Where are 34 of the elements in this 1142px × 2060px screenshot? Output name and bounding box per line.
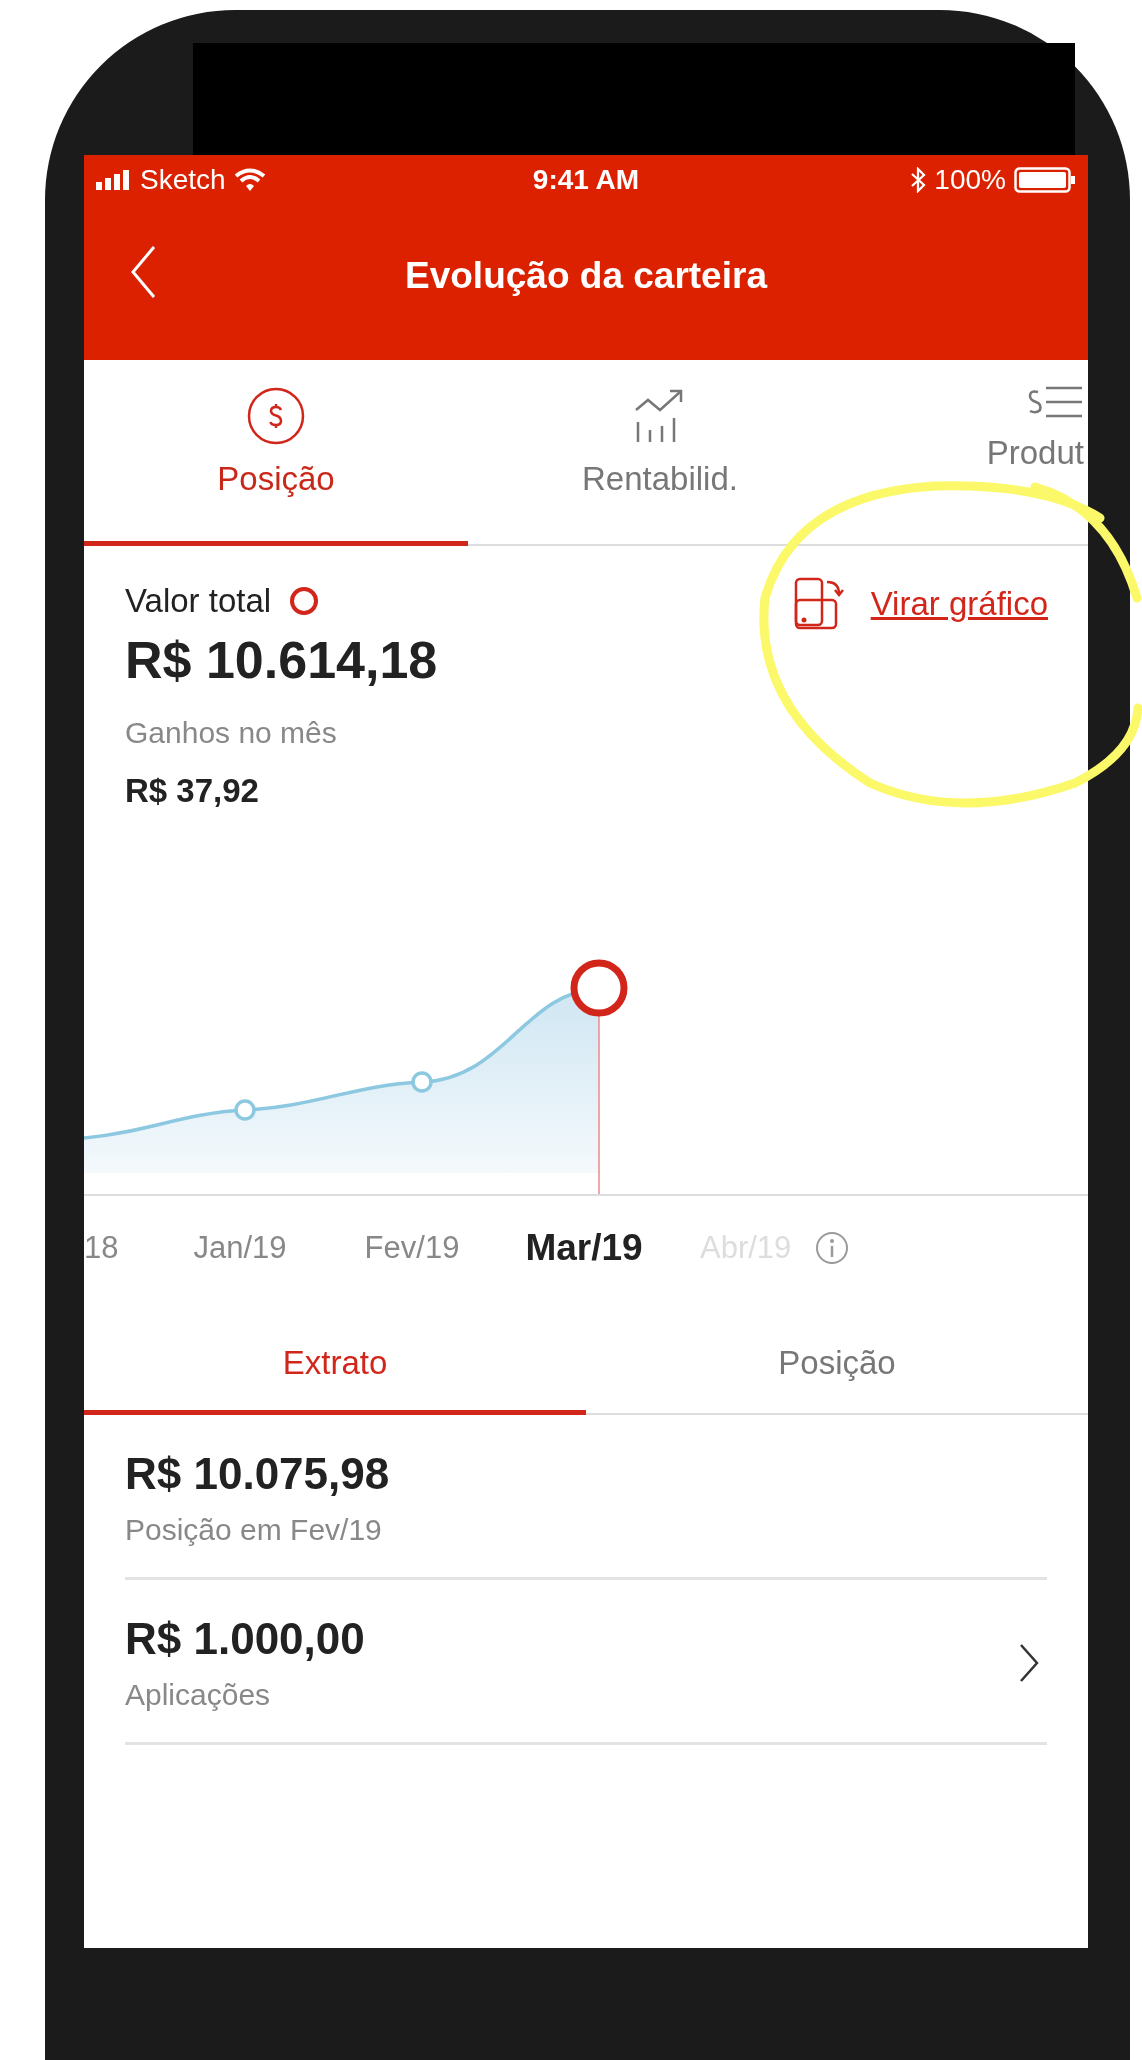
entry-label: Aplicações [125,1678,272,1712]
month-label[interactable]: 18 [84,1230,119,1266]
battery-icon [1014,167,1076,193]
bluetooth-icon [910,167,927,193]
carrier-name: Sketch [140,164,226,196]
chevron-right-icon[interactable] [1019,1643,1039,1683]
selected-data-point[interactable] [570,959,628,1017]
total-value: R$ 10.614,18 [125,630,438,690]
month-label[interactable]: Mar/19 [525,1227,643,1269]
segment-tab[interactable]: Extrato [84,1318,586,1415]
screen-title: Evolução da carteira [405,254,767,297]
entry-amount: R$ 10.075,98 [125,1449,390,1499]
total-label: Valor total [125,582,272,620]
signal-icon [96,170,132,190]
tab[interactable]: Rentabilid. [468,360,852,546]
segment-tab[interactable]: Posição [586,1318,1088,1415]
entry-label: Posição em Fev/19 [125,1513,383,1547]
entry-row[interactable]: R$ 1.000,00 Aplicações [125,1580,1047,1745]
battery-percentage: 100% [934,164,1006,196]
flip-chart-link[interactable]: Virar gráfico [792,576,1048,632]
tab[interactable]: Posição [84,360,468,546]
ring-icon [289,586,320,616]
dollar-circle-icon [246,386,306,446]
gains-value: R$ 37,92 [125,772,260,810]
info-icon[interactable] [815,1231,850,1265]
tab[interactable]: Produt [852,360,1088,546]
entry-amount: R$ 1.000,00 [125,1614,365,1664]
wifi-icon [233,168,266,192]
month-label[interactable]: Fev/19 [364,1230,460,1266]
gains-label: Ganhos no mês [125,716,338,750]
month-label[interactable]: Jan/19 [193,1230,287,1266]
chevron-left-icon [130,245,156,299]
status-time: 9:41 AM [532,164,640,196]
list-icon [1028,386,1084,420]
